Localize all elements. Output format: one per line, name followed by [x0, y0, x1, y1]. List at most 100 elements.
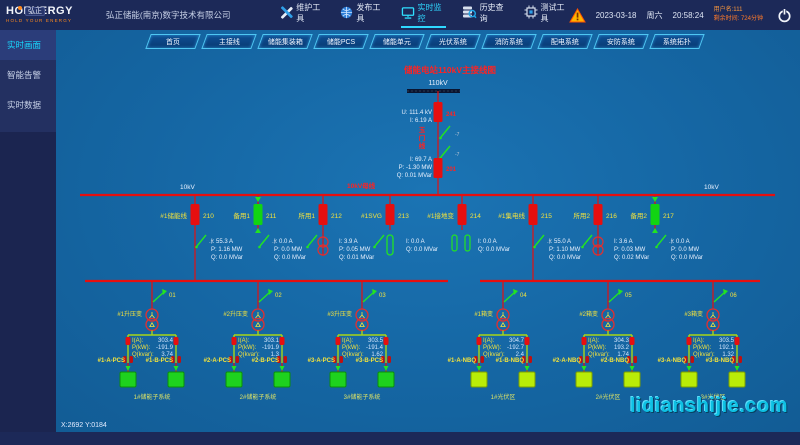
diagram-polygon: [372, 289, 377, 295]
nav-tab[interactable]: 储能单元: [369, 34, 424, 49]
diagram-line: [363, 292, 374, 302]
tool-wrench[interactable]: 维护工具: [280, 2, 324, 28]
diagram-circle: [252, 319, 264, 331]
battery-box[interactable]: [330, 372, 346, 387]
disconnector-switch[interactable]: [655, 235, 666, 248]
breaker-201[interactable]: [434, 158, 443, 178]
battery-box[interactable]: [274, 372, 290, 387]
disconnector-switch[interactable]: [306, 235, 317, 248]
battery-box[interactable]: [168, 372, 184, 387]
tool-chip[interactable]: 测试工具: [524, 2, 569, 28]
diagram-line: [260, 235, 269, 246]
transformer-icon[interactable]: [497, 309, 509, 331]
nav-tab[interactable]: 安防系统: [593, 34, 648, 49]
diagram-circle: [306, 246, 309, 249]
nav-tab[interactable]: 消防系统: [481, 34, 536, 49]
disconnector-switch[interactable]: [258, 235, 269, 248]
diagram-polygon: [723, 289, 728, 295]
disconnector-switch[interactable]: [439, 126, 450, 139]
breaker-215[interactable]: [529, 204, 538, 225]
transformer-icon[interactable]: [356, 309, 368, 331]
transformer-icon[interactable]: [707, 309, 719, 331]
diagram-text: Q: 0.01 MVar: [397, 173, 432, 179]
nav-tab[interactable]: 配电系统: [537, 34, 592, 49]
tool-label: 实时监控: [418, 2, 446, 24]
nav-tab[interactable]: 系统拓扑: [649, 34, 704, 49]
transformer-icon[interactable]: [602, 309, 614, 331]
switch-05[interactable]: [609, 289, 623, 302]
diagram-rect: [458, 204, 467, 225]
breaker-216[interactable]: [594, 204, 603, 225]
diagram-text: 303.4: [158, 338, 174, 344]
diagram-rect: [594, 204, 603, 225]
tab-label: 首页: [166, 36, 180, 46]
nav-tab[interactable]: 主接线: [201, 34, 256, 49]
nav-tab[interactable]: 储能PCS: [313, 34, 368, 49]
pv-box[interactable]: [729, 372, 745, 387]
nav-tab[interactable]: 首页: [145, 34, 200, 49]
diagram-text: 192.1: [719, 345, 735, 351]
battery-box[interactable]: [378, 372, 394, 387]
diagram-polygon: [477, 366, 482, 371]
power-button[interactable]: [777, 8, 792, 23]
switch-06[interactable]: [714, 289, 728, 302]
tab-label: 储能PCS: [327, 36, 355, 46]
sidebar-item[interactable]: 实时画面: [0, 30, 56, 60]
tab-label: 主接线: [219, 36, 240, 46]
diagram-text: Q: 0.0 MVar: [274, 255, 306, 261]
alarm-warning-icon[interactable]: [569, 8, 586, 23]
transformer-icon[interactable]: [146, 309, 158, 331]
breaker-214[interactable]: [458, 204, 467, 225]
diagram-circle: [258, 246, 261, 249]
diagram-text: 201: [446, 167, 457, 173]
breaker-211[interactable]: [254, 204, 263, 225]
diagram-text: #2箱变: [579, 310, 598, 318]
pv-box[interactable]: [519, 372, 535, 387]
battery-box[interactable]: [120, 372, 136, 387]
breaker-217[interactable]: [651, 204, 660, 225]
diagram-text: P: 0.03 MW: [614, 247, 646, 253]
diagram-text: Q: 0.02 MVar: [614, 255, 649, 261]
diagram-rect: [519, 372, 535, 387]
diagram-text: Q: 0.0 MVar: [406, 247, 438, 253]
tool-history[interactable]: 历史查询: [462, 2, 508, 28]
diagram-line: [375, 235, 384, 246]
pv-box[interactable]: [624, 372, 640, 387]
pv-box[interactable]: [471, 372, 487, 387]
tool-label: 测试工具: [541, 2, 569, 24]
nav-tab[interactable]: 储能集装箱: [257, 34, 312, 49]
toolbar: 维护工具发布工具 实时监控历史查询 测试工具: [280, 2, 568, 28]
battery-box[interactable]: [226, 372, 242, 387]
transformer-icon[interactable]: [252, 309, 264, 331]
sidebar-item[interactable]: 实时数据: [0, 90, 56, 120]
tool-globe[interactable]: 发布工具: [340, 2, 384, 28]
diagram-rect: [280, 337, 285, 345]
breaker-212[interactable]: [319, 204, 328, 225]
diagram-text: #2-B-NBQ: [601, 358, 630, 364]
top-header: HOENERGY 弘正 HOLD YOUR ENERGY 弘正储能(南京)数字技…: [0, 0, 800, 30]
sidebar-item[interactable]: 智能告警: [0, 60, 56, 90]
disconnector-switch[interactable]: [533, 235, 544, 248]
pv-box[interactable]: [681, 372, 697, 387]
tool-monitor[interactable]: 实时监控: [401, 2, 446, 28]
switch-03[interactable]: [363, 289, 377, 302]
user-name-label: 用户名:111: [714, 6, 763, 15]
diagram-text: P: 0.0 MW: [274, 247, 302, 253]
diagram-rect: [525, 337, 530, 345]
disconnector-switch[interactable]: [439, 146, 450, 159]
disconnector-switch[interactable]: [373, 235, 384, 248]
breaker-213[interactable]: [386, 204, 395, 225]
disconnector-switch[interactable]: [195, 235, 206, 248]
pv-box[interactable]: [576, 372, 592, 387]
switch-01[interactable]: [153, 289, 167, 302]
nav-tab[interactable]: 光伏系统: [425, 34, 480, 49]
switch-02[interactable]: [259, 289, 273, 302]
diagram-path: [150, 312, 155, 318]
switch-04[interactable]: [504, 289, 518, 302]
disconnector-switch[interactable]: [581, 235, 592, 248]
diagram-rect: [284, 356, 288, 363]
breaker-241[interactable]: [434, 102, 443, 122]
breaker-210[interactable]: [191, 204, 200, 225]
diagram-polygon: [652, 228, 658, 233]
bay-211: 备用1211-7I: 0.0 AP: 0.0 MWQ: 0.0 MVar: [233, 195, 306, 261]
